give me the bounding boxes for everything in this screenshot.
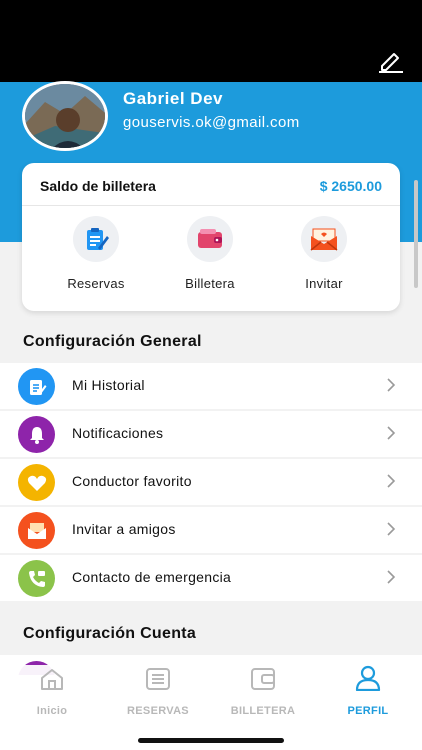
home-icon [2, 665, 102, 691]
list-icon [108, 665, 208, 691]
chevron-right-icon [387, 474, 396, 488]
nav-label: BILLETERA [230, 705, 296, 717]
wallet-icon [187, 216, 233, 262]
scrollbar[interactable] [414, 180, 418, 288]
menu-item-label: Mi Historial [72, 377, 145, 393]
nav-reservas[interactable]: RESERVAS [108, 665, 208, 717]
menu-item-label: Contacto de emergencia [72, 569, 232, 585]
nav-billetera[interactable]: BILLETERA [213, 665, 313, 717]
card-divider [22, 205, 400, 206]
quick-action-label: Reservas [67, 276, 125, 291]
phone-icon [18, 560, 55, 597]
quick-action-label: Billetera [185, 276, 235, 291]
profile-name: Gabriel Dev [123, 89, 223, 108]
nav-label: Inicio [36, 705, 68, 717]
nav-label: RESERVAS [127, 705, 189, 717]
edit-profile-button[interactable] [376, 46, 406, 76]
wallet-label: Saldo de billetera [40, 178, 156, 194]
wallet-icon [213, 665, 313, 691]
menu-item-contacto-emergencia[interactable]: Contacto de emergencia [0, 555, 422, 601]
heart-icon [18, 464, 55, 501]
quick-action-reservas[interactable]: Reservas [51, 216, 141, 291]
bell-icon [18, 416, 55, 453]
menu-item-label: Invitar a amigos [72, 521, 176, 537]
home-indicator [138, 738, 284, 743]
user-icon [318, 665, 418, 691]
quick-action-billetera[interactable]: Billetera [165, 216, 255, 291]
clipboard-icon [18, 368, 55, 405]
nav-perfil[interactable]: PERFIL [318, 665, 418, 717]
pencil-icon [379, 53, 403, 73]
menu-item-label: Conductor favorito [72, 473, 192, 489]
quick-action-label: Invitar [305, 276, 343, 291]
chevron-right-icon [387, 426, 396, 440]
chevron-right-icon [387, 570, 396, 584]
wallet-card: Saldo de billetera $ 2650.00 Reservas Bi… [22, 163, 400, 311]
clipboard-icon [73, 216, 119, 262]
chevron-right-icon [387, 378, 396, 392]
general-settings-list: Mi Historial Notificaciones Conductor fa… [0, 363, 422, 603]
menu-item-historial[interactable]: Mi Historial [0, 363, 422, 409]
wallet-balance: $ 2650.00 [319, 178, 382, 194]
profile-email: gouservis.ok@gmail.com [123, 114, 300, 131]
section-title-account: Configuración Cuenta [23, 625, 197, 642]
menu-item-invitar-amigos[interactable]: Invitar a amigos [0, 507, 422, 553]
section-title-general: Configuración General [23, 333, 202, 350]
menu-item-label: Notificaciones [72, 425, 164, 441]
avatar[interactable] [22, 81, 108, 151]
nav-inicio[interactable]: Inicio [2, 665, 102, 717]
quick-action-invitar[interactable]: Invitar [279, 216, 369, 291]
menu-item-conductor-favorito[interactable]: Conductor favorito [0, 459, 422, 505]
envelope-icon [301, 216, 347, 262]
envelope-icon [18, 512, 55, 549]
chevron-right-icon [387, 522, 396, 536]
menu-item-notificaciones[interactable]: Notificaciones [0, 411, 422, 457]
nav-label: PERFIL [347, 705, 389, 717]
top-bar [0, 0, 422, 82]
